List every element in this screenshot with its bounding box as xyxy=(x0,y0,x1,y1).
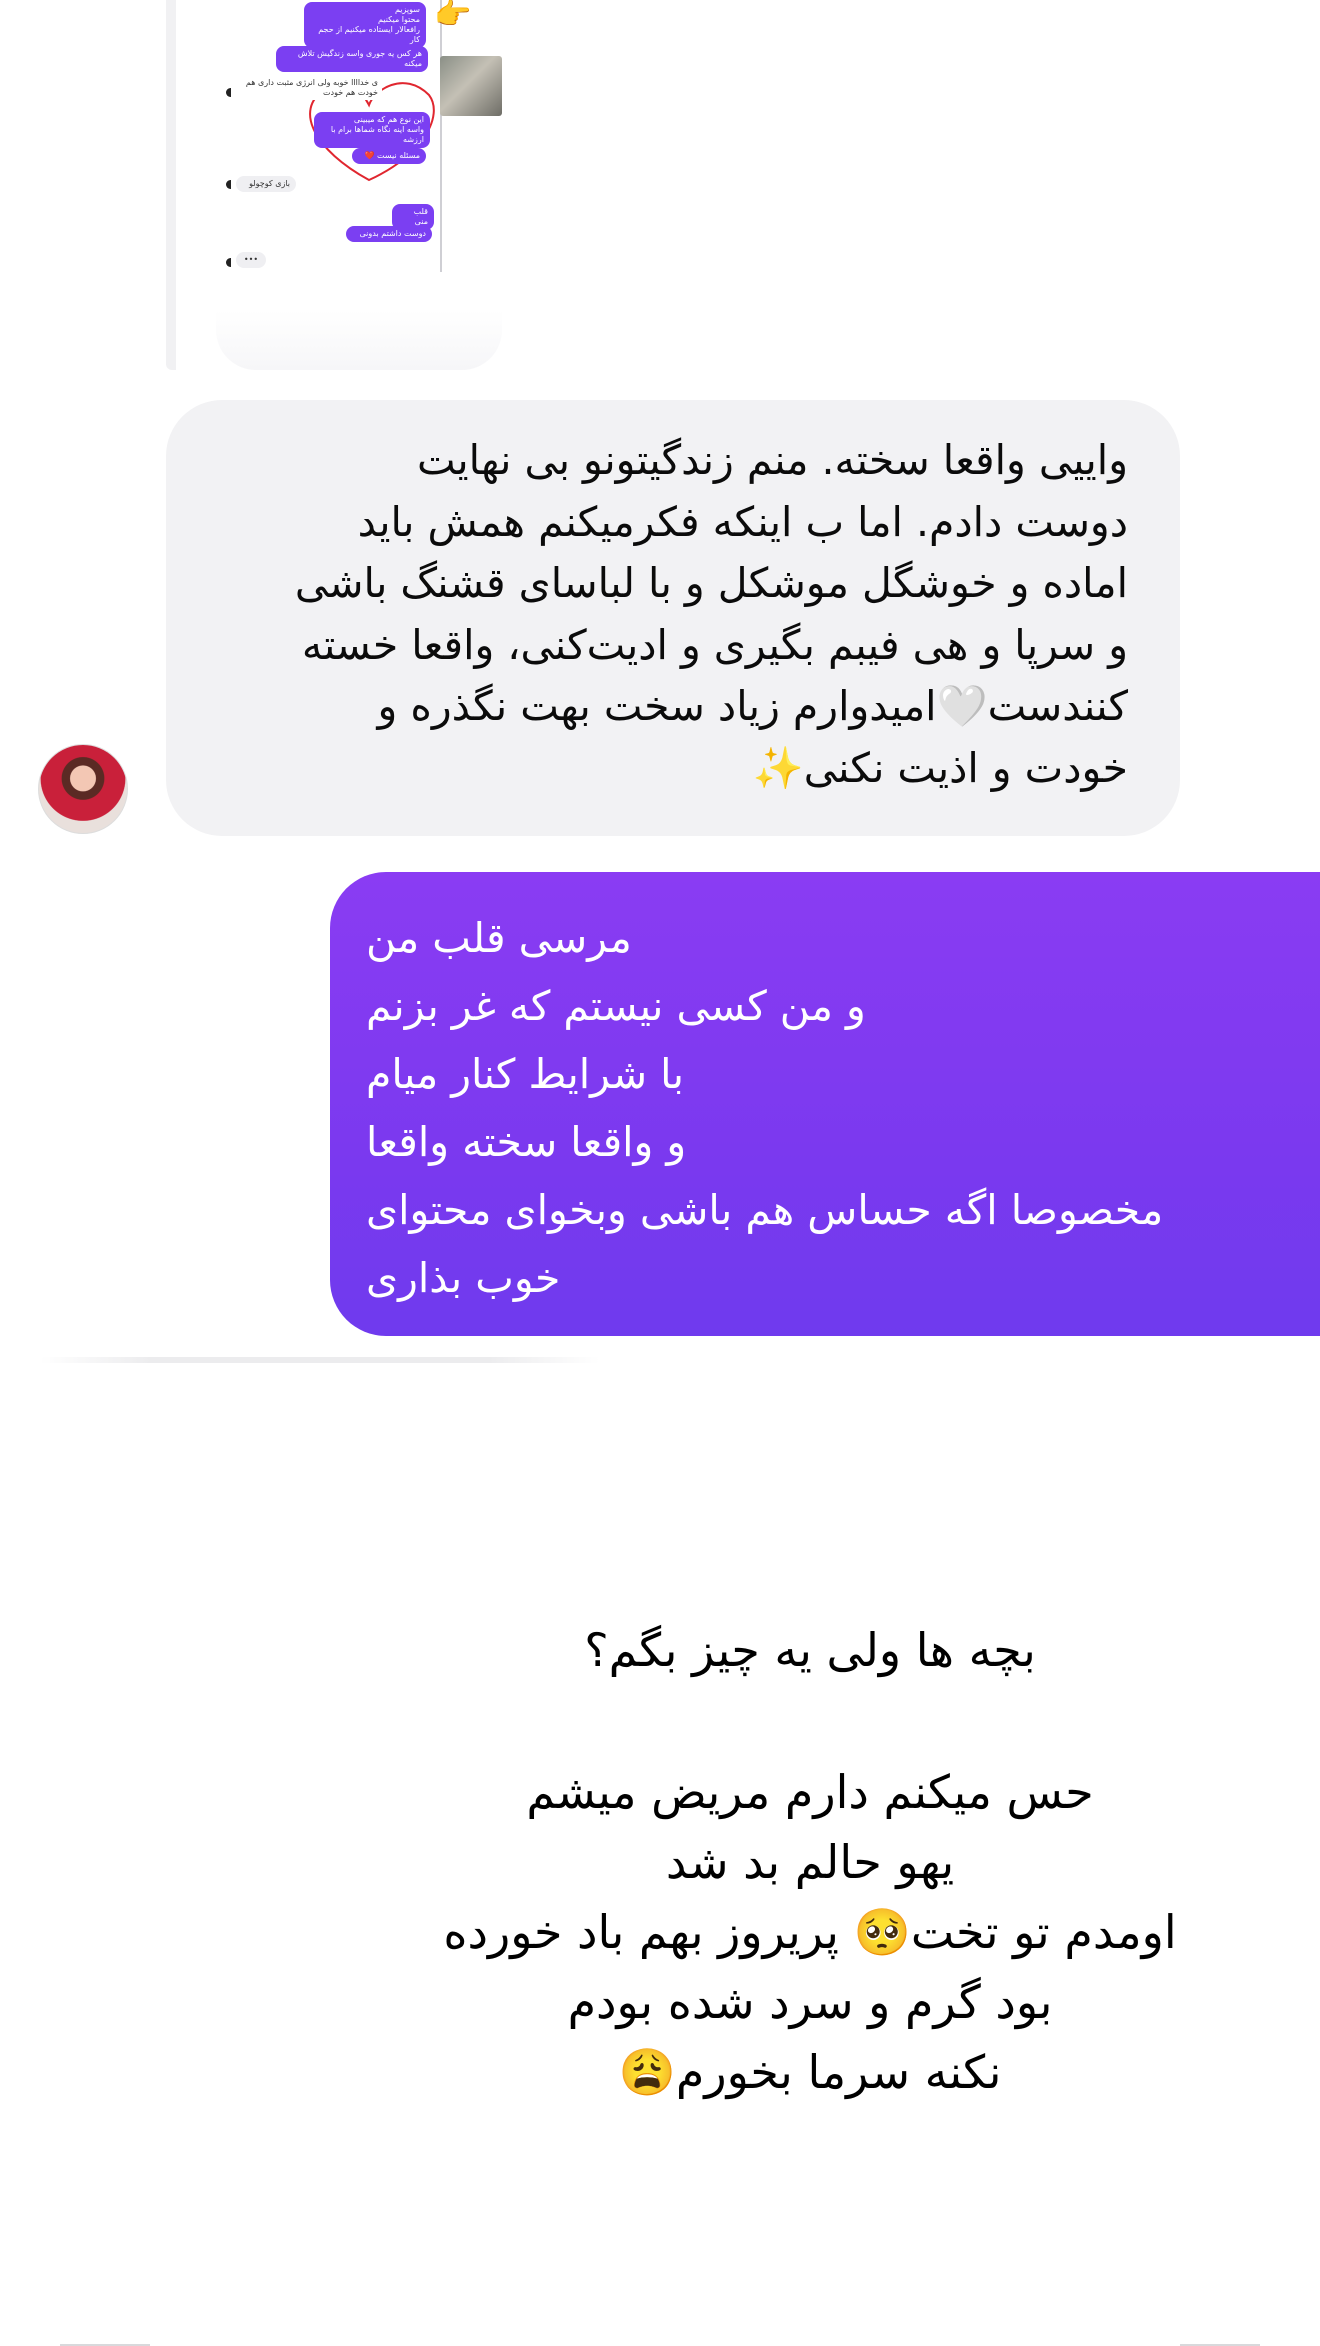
sent-message-line: و واقعا سخته واقعا xyxy=(366,1118,687,1166)
story-line: بود گرم و سرد شده بودم xyxy=(567,1975,1053,2029)
received-message-line: خودت و اذیت نکنی✨ xyxy=(752,743,1128,792)
story-line: یهو حالم بد شد xyxy=(665,1835,955,1889)
story-caption: بچه ها ولی یه چیز بگم؟ حس میکنم دارم مری… xyxy=(360,1615,1260,2107)
screenshot-message: این نوع هم که میبینی واسه اینه نگاه شماه… xyxy=(314,112,430,148)
sent-message-line: خوب بذاری xyxy=(366,1254,561,1302)
screenshot-photo-thumbnail xyxy=(440,56,502,116)
received-message-bubble[interactable]: واییی واقعا سخته. منم زندگیتونو بی نهایت… xyxy=(166,400,1180,836)
section-divider xyxy=(40,1357,600,1363)
screenshot-message: بازی کوچولو xyxy=(236,176,296,192)
bottom-edge xyxy=(0,2340,1320,2346)
received-message-line: کنندست🤍امیدوارم زیاد سخت بهت نگذره و xyxy=(377,682,1129,730)
received-message-line: و سرپا و هی فیبم بگیری و ادیت‌کنی، واقعا… xyxy=(301,620,1128,669)
screenshot-message: سوپزیم محتوا میکنیم رافعالار ایستاده میک… xyxy=(304,2,426,48)
story-line: حس میکنم دارم مریض میشم xyxy=(526,1765,1094,1819)
story-heading: بچه ها ولی یه چیز بگم؟ xyxy=(584,1623,1036,1677)
screenshot-message: هر کس یه جوری واسه زندگیش تلاش میکنه xyxy=(276,46,428,72)
story-line: اومدم تو تخت🥺 پریروز بهم باد خورده xyxy=(443,1905,1177,1959)
pointing-hand-icon: 👉 xyxy=(434,0,472,32)
screenshot-typing-indicator: ••• xyxy=(236,252,266,268)
screenshot-avatar-dot xyxy=(226,180,231,189)
screenshot-message: ی خداااا خوبه ولی انرژی مثبت داری هم خود… xyxy=(234,76,382,100)
story-line: نکنه سرما بخورم😩 xyxy=(618,2045,1002,2099)
received-message-line: دوست دادم. اما ب اینکه فکرمیکنم همش باید xyxy=(357,497,1128,546)
received-message-line: واییی واقعا سخته. منم زندگیتونو بی نهایت xyxy=(416,436,1128,484)
screenshot-fade xyxy=(216,310,502,370)
sent-message-line: مخصوصا اگه حساس هم باشی وبخوای محتوای xyxy=(366,1186,1164,1234)
received-message-line: اماده و خوشگل موشکل و با لباسای قشنگ باش… xyxy=(294,559,1128,607)
screenshot-message: مسئله نیست ❤️ xyxy=(352,148,426,164)
profile-avatar-icon[interactable] xyxy=(38,744,128,834)
screenshot-avatar-dot xyxy=(226,88,231,97)
sent-message-line: مرسی قلب من xyxy=(366,914,632,962)
sent-message-line: با شرایط کنار میام xyxy=(366,1050,685,1098)
sent-message-bubble[interactable]: مرسی قلب من و من کسی نیستم که غر بزنم با… xyxy=(330,872,1320,1336)
screenshot-avatar-dot xyxy=(226,258,231,267)
screenshot-message: دوست داشتم بدونی xyxy=(346,226,432,242)
shared-screenshot: 👉 سوپزیم محتوا میکنیم رافعالار ایستاده م… xyxy=(166,0,502,370)
sent-message-line: و من کسی نیستم که غر بزنم xyxy=(366,982,866,1030)
